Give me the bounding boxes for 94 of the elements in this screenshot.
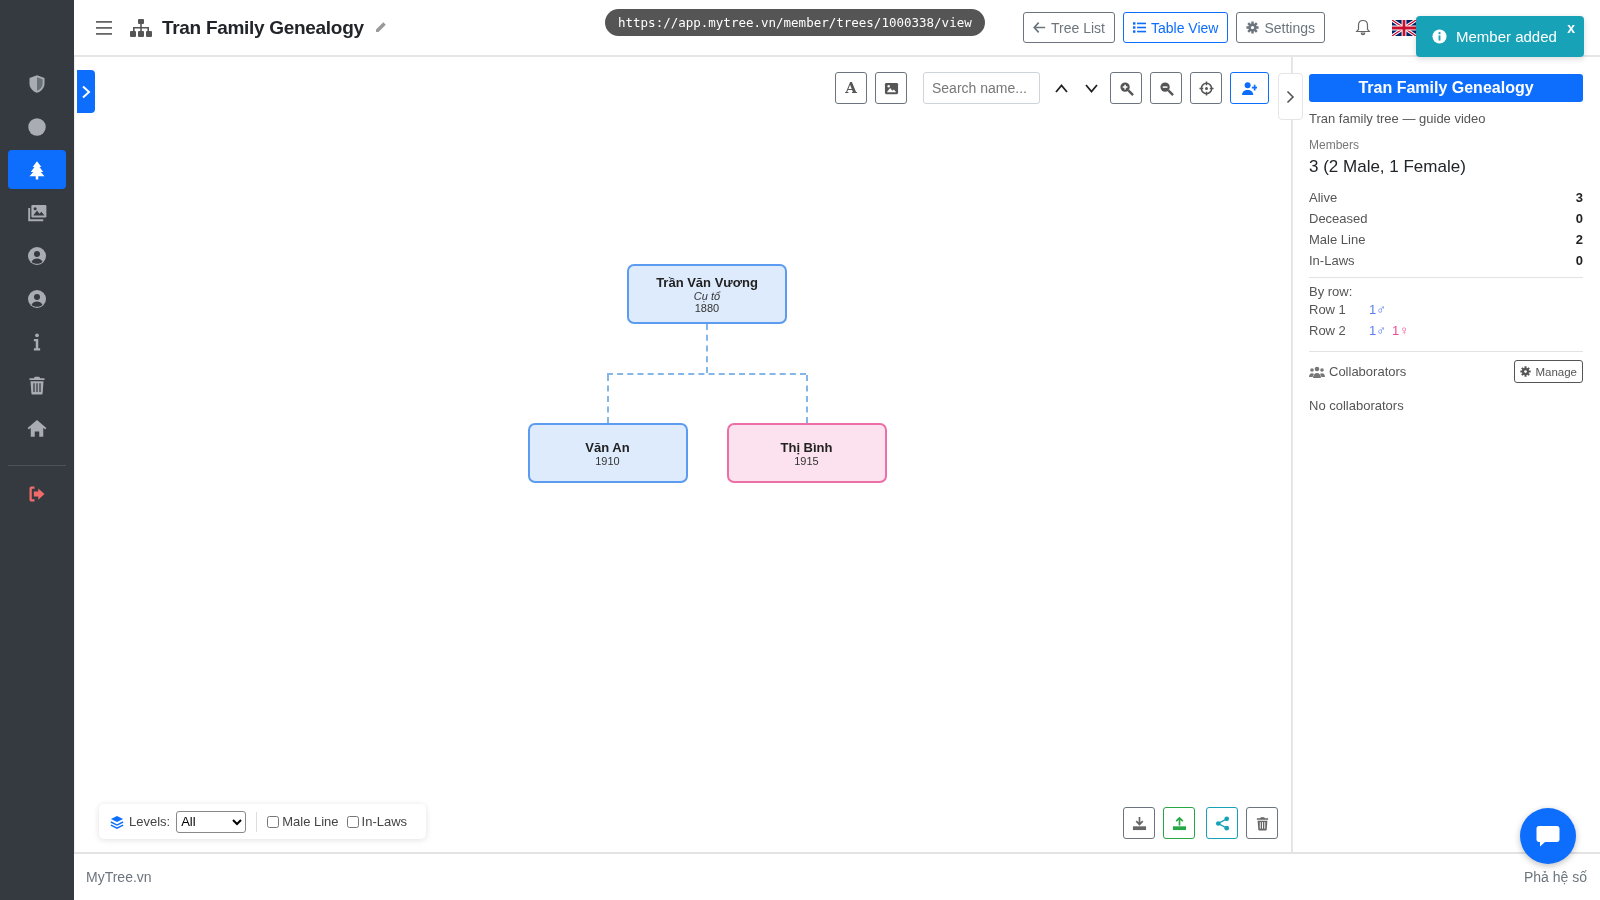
zoom-in-icon xyxy=(1118,80,1134,96)
gender-count: 1♂ xyxy=(1369,323,1386,338)
user-icon xyxy=(27,245,47,266)
footer-brand: MyTree.vn xyxy=(86,869,152,885)
person-year: 1910 xyxy=(595,454,620,467)
chat-icon xyxy=(1535,824,1561,848)
gender-count: 1♀ xyxy=(1392,323,1409,338)
center-button[interactable] xyxy=(1190,72,1222,104)
person-card[interactable]: Thị Bình 1915 xyxy=(726,423,887,483)
chevron-right-icon xyxy=(1286,89,1295,104)
person-name: Thị Bình xyxy=(780,439,833,455)
checkbox[interactable] xyxy=(346,815,359,828)
members-label: Members xyxy=(1309,138,1360,152)
row-label: Row 2 xyxy=(1309,323,1347,338)
person-year: 1915 xyxy=(794,454,819,467)
info-icon xyxy=(1432,29,1447,44)
crosshair-icon xyxy=(1198,80,1214,96)
manage-button[interactable]: Manage xyxy=(1514,360,1583,383)
stat-label: Alive xyxy=(1309,190,1338,205)
stat-value: 0 xyxy=(1575,253,1583,268)
person-title: Cụ tổ xyxy=(693,289,721,302)
stat-value: 0 xyxy=(1575,211,1583,226)
chat-button[interactable] xyxy=(1520,808,1576,864)
trash-icon xyxy=(27,374,47,395)
toast-message: Member added xyxy=(1456,28,1557,45)
by-row-label: By row: xyxy=(1309,284,1354,299)
user-plus-icon xyxy=(1242,80,1257,96)
url-tooltip: https://app.mytree.vn/member/trees/1000338/view xyxy=(605,9,985,36)
row-label: Row 1 xyxy=(1309,302,1347,317)
upload-button[interactable] xyxy=(1163,807,1195,839)
header-button[interactable]: Table View xyxy=(1122,12,1229,43)
add-member-button[interactable] xyxy=(1230,72,1269,104)
person-card[interactable]: Trần Văn Vương Cụ tổ 1880 xyxy=(627,264,787,324)
image-icon xyxy=(883,80,899,96)
images-icon xyxy=(27,202,47,223)
stat-label: Deceased xyxy=(1309,211,1368,226)
bell-icon[interactable] xyxy=(1355,19,1371,36)
levels-dropdown[interactable]: All xyxy=(176,810,247,833)
levels-label: Levels: xyxy=(129,814,171,829)
pencil-icon[interactable] xyxy=(373,21,387,34)
zoom-in-button[interactable] xyxy=(1110,72,1142,104)
search-field[interactable]: Search name... xyxy=(923,72,1040,104)
share-icon xyxy=(1214,815,1230,831)
person-year: 1880 xyxy=(694,301,720,314)
home-icon xyxy=(27,417,47,438)
download-icon xyxy=(1131,815,1147,831)
stat-label: In-Laws xyxy=(1309,253,1355,268)
sidebar-item[interactable] xyxy=(8,150,66,189)
checkbox[interactable] xyxy=(267,815,280,828)
checkbox-label: In-Laws xyxy=(361,814,408,829)
stat-value: 2 xyxy=(1575,232,1583,247)
sidebar-toggle[interactable] xyxy=(77,70,95,113)
zoom-out-button[interactable] xyxy=(1150,72,1182,104)
hierarchy-icon xyxy=(130,18,152,37)
upload-icon xyxy=(1171,815,1187,831)
members-count: 3 (2 Male, 1 Female) xyxy=(1309,157,1467,177)
gender-count: 1♂ xyxy=(1369,302,1386,317)
user-icon xyxy=(27,288,47,309)
arrow-left-icon xyxy=(1033,21,1046,34)
header-button[interactable]: Settings xyxy=(1236,12,1325,43)
tree-description: Tran family tree — guide video xyxy=(1309,111,1487,126)
page-title: Tran Family Genealogy xyxy=(162,16,364,39)
layers-icon xyxy=(110,814,124,829)
chevron-right-icon xyxy=(81,84,91,99)
people-icon xyxy=(1309,365,1325,378)
trash-icon xyxy=(1254,815,1270,831)
tree-title-button[interactable]: Tran Family Genealogy xyxy=(1309,74,1583,102)
download-button[interactable] xyxy=(1123,807,1155,839)
panel-toggle[interactable] xyxy=(1278,73,1303,120)
collaborators-label: Collaborators xyxy=(1329,364,1407,379)
menu-icon[interactable] xyxy=(96,20,112,35)
gear-icon xyxy=(1246,21,1260,34)
shield-icon xyxy=(27,73,47,94)
circle-icon xyxy=(27,116,47,137)
empty-message: No collaborators xyxy=(1309,398,1405,413)
person-name: Trần Văn Vương xyxy=(656,274,758,290)
flag-icon[interactable] xyxy=(1392,19,1416,36)
checkbox-label: Male Line xyxy=(282,814,339,829)
chevron-up-icon xyxy=(1054,83,1068,93)
delete-button[interactable] xyxy=(1246,807,1278,839)
share-button[interactable] xyxy=(1206,807,1238,839)
person-name: Văn An xyxy=(585,439,630,455)
zoom-out-icon xyxy=(1158,80,1174,96)
person-card[interactable]: Văn An 1910 xyxy=(527,423,688,483)
list-icon xyxy=(1132,21,1146,34)
chevron-down-icon xyxy=(1084,83,1098,93)
stat-value: 3 xyxy=(1575,190,1583,205)
header-button[interactable]: Tree List xyxy=(1023,12,1115,43)
stat-label: Male Line xyxy=(1309,232,1366,247)
tree-icon xyxy=(27,159,47,180)
footer-text: Phả hệ số xyxy=(1523,869,1587,885)
image-button[interactable] xyxy=(875,72,907,104)
font-button[interactable]: A xyxy=(835,72,867,104)
gear-icon xyxy=(1520,366,1532,377)
